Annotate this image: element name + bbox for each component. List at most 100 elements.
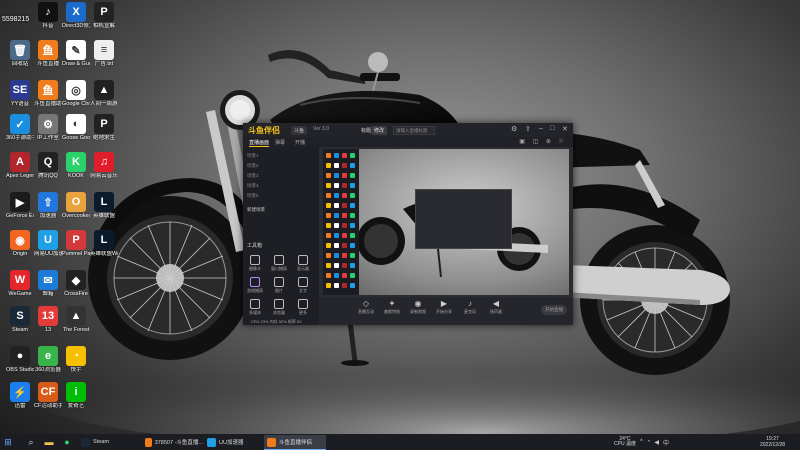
live-companion-window[interactable]: 斗鱼伴侣 斗鱼 Ver 3.0 标题 修改 请输入直播标题 ⚙ ⇪ – □ ✕ … (243, 123, 573, 325)
desktop-icon-recycle-bin[interactable]: 🗑 回收站 (6, 40, 34, 67)
desktop-icon-lol-wegame[interactable]: L英雄联盟WeGame (90, 230, 118, 257)
desktop-icon-wegame[interactable]: W WeGame (6, 270, 34, 297)
desktop-icon-origin[interactable]: ◉ Origin (6, 230, 34, 257)
weather-widget[interactable]: 24°C CPU 温度 (614, 436, 636, 448)
desktop-icon-pubg[interactable]: P 绝地求生 (90, 114, 118, 141)
effects-button[interactable]: ✦ 美颜特效 (381, 299, 403, 315)
desktop-icon-lol[interactable]: L 英雄联盟 (90, 192, 118, 219)
desktop-icon-ad-txt[interactable]: ≡ 广告.txt (90, 40, 118, 67)
record-button[interactable]: ◉ 录制视频 (407, 299, 429, 315)
edit-title-button[interactable]: 修改 (371, 126, 388, 135)
desktop-icon-360-browser[interactable]: e 360浏览器 (34, 346, 62, 373)
360-browser-icon: e (38, 346, 58, 366)
tool-image[interactable]: 图片 (271, 277, 287, 294)
taskbar-app-douyu-chat[interactable]: 378507 -斗鱼直播... (142, 435, 206, 449)
tool-label: 文字 (299, 288, 307, 293)
desktop-icon-thunder[interactable]: ⚡ 迅雷 (6, 382, 34, 409)
desktop-icon-label: 英雄联盟 (92, 213, 115, 219)
taskbar-app-uu[interactable]: UU加速器 (204, 435, 266, 449)
tab-broadcast[interactable]: 开播 (295, 139, 305, 146)
kook-taskbar-icon[interactable]: ● (62, 437, 72, 447)
desktop-icon-mail[interactable]: ✉ 邮箱 (34, 270, 62, 297)
desktop-icon-yy-voice[interactable]: SE YY语音 (6, 80, 34, 107)
up-arrow-icon[interactable]: ^ (640, 439, 643, 445)
desktop-icon-crossfire[interactable]: ◆ CrossFire (62, 270, 90, 297)
desktop-icon-iqiyi[interactable]: i 爱奇艺 (62, 382, 90, 409)
desktop-icon-overcooked[interactable]: OOvercooked! 2 (62, 192, 90, 219)
scene-item[interactable]: 场景3 (247, 173, 259, 179)
tool-camera[interactable]: 摄像头 (247, 255, 263, 272)
desktop-icon-kook[interactable]: K KOOK (62, 152, 90, 179)
image-icon (274, 277, 284, 287)
tool-display[interactable]: 显示器 (295, 255, 311, 272)
desktop-icon-ip-tool[interactable]: ⚙ IP工作室 (34, 114, 62, 141)
share-button[interactable]: ▶ 开始分享 (433, 299, 455, 315)
file-explorer-icon[interactable]: ▬ (44, 437, 54, 447)
button-label: 录制视频 (410, 309, 426, 314)
desktop-icon-goose-goose-duck[interactable]: ◐Goose Goose Duck (62, 114, 90, 141)
taskbar-app-douyu-companion[interactable]: 斗鱼直播伴侣 (264, 435, 326, 450)
settings-icon[interactable]: ⚙ (511, 125, 517, 133)
scene-item[interactable]: 场景4 (247, 183, 259, 189)
desktop-icon-kuaishou[interactable]: ◔ 快手 (62, 346, 90, 373)
desktop-icon-label: CF活动助手 (34, 403, 62, 409)
desktop-icon-douyu-live[interactable]: 鱼斗鱼直播 (34, 40, 62, 67)
tool-browser[interactable]: 浏览器 (271, 299, 287, 316)
live-title-input[interactable]: 请输入直播标题 (393, 126, 435, 135)
desktop-icon-game-13[interactable]: 13 13 (34, 306, 62, 333)
desktop-icon-draw-guess[interactable]: ✎Draw & Guess (62, 40, 90, 67)
tab-danmaku[interactable]: 弹幕 (275, 139, 285, 146)
speaker-button[interactable]: ◀ 扬声器 (485, 299, 507, 315)
minimize-icon[interactable]: – (539, 125, 543, 132)
windows-start-icon[interactable]: ⊞ (3, 437, 13, 447)
live-preview[interactable] (319, 147, 573, 297)
start-live-button[interactable]: 开始直播 (541, 305, 567, 315)
tool-media[interactable]: 多媒体 (247, 299, 263, 316)
desktop-icon-label: CrossFire (64, 291, 88, 297)
add-scene-button[interactable]: 新建场景 (247, 207, 265, 213)
search-icon[interactable]: ⌕ (26, 437, 36, 447)
desktop-icon-pummel-party[interactable]: PPummel Party (62, 230, 90, 257)
desktop-icon-netease-music[interactable]: ♫ 网易云音乐 (90, 152, 118, 179)
network-icon[interactable]: ◔ (647, 439, 651, 445)
window-titlebar[interactable]: 斗鱼伴侣 斗鱼 Ver 3.0 标题 修改 请输入直播标题 ⚙ ⇪ – □ ✕ (243, 123, 573, 137)
desktop-icon-obs[interactable]: ● OBS Studio (6, 346, 34, 373)
tool-more[interactable]: 更多 (295, 299, 311, 316)
desktop-icon-netease-uu[interactable]: U网易UU加速器 (34, 230, 62, 257)
volume-icon[interactable]: ◀ (654, 439, 659, 446)
mic-button[interactable]: ♪ 麦克风 (459, 299, 481, 315)
taskbar-app-steam[interactable]: Steam (78, 435, 142, 449)
desktop-icon-steam[interactable]: S Steam (6, 306, 34, 333)
language-icon[interactable]: 中 (663, 438, 669, 447)
scene-item[interactable]: 场景1 (247, 153, 259, 159)
tool-game[interactable]: 游戏捕获 (247, 277, 263, 294)
desktop-icon-qq[interactable]: Q 腾讯QQ (34, 152, 62, 179)
desktop-icon-tiktok[interactable]: ♪ 抖音 (34, 2, 62, 29)
desktop-icon-apex[interactable]: AApex Legends (6, 152, 34, 179)
tab-live-scene[interactable]: 直播画面 (249, 139, 270, 147)
desktop-icon-douyu-assist[interactable]: 鱼斗鱼直播助手 (34, 80, 62, 107)
desktop-icon-geforce[interactable]: ▶GeForce Experience (6, 192, 34, 219)
desktop-icon-chrome[interactable]: ◎Google Chrome (62, 80, 90, 107)
scene-item[interactable]: 场景2 (247, 163, 259, 169)
browser-icon (274, 299, 284, 309)
desktop-icon-among-us[interactable]: ▲人间一周游戏 (90, 80, 118, 107)
desktop-icon-360-assistant[interactable]: ✓360手游助手 (6, 114, 34, 141)
interact-button[interactable]: ◇ 直播互动 (355, 299, 377, 315)
close-icon[interactable]: ✕ (562, 125, 568, 133)
qq-icon: Q (38, 152, 58, 172)
tool-text[interactable]: 文字 (295, 277, 311, 294)
clock[interactable]: 19:27 2022/12/28 (760, 436, 785, 448)
toolbar-icons[interactable]: ▣ ◫ ⊕ ⚐ (519, 138, 567, 145)
maximize-icon[interactable]: □ (550, 125, 554, 132)
platform-badge[interactable]: 斗鱼 (291, 126, 308, 135)
desktop-icon-cf-helper[interactable]: CF CF活动助手 (34, 382, 62, 409)
desktop-icon-dark-game[interactable]: ▲ The Forest (62, 306, 90, 333)
desktop-icon-xbox-tool[interactable]: XDirect3D修复工具 (62, 2, 90, 29)
scene-item[interactable]: 场景5 (247, 193, 259, 199)
steam-icon (81, 437, 90, 447)
desktop-icon-net-accel[interactable]: ⇧ 加速器 (34, 192, 62, 219)
desktop-icon-game-shortcut[interactable]: P 相机宣解 (90, 2, 118, 29)
tool-window[interactable]: 窗口捕获 (271, 255, 287, 272)
share-icon[interactable]: ⇪ (525, 125, 531, 133)
